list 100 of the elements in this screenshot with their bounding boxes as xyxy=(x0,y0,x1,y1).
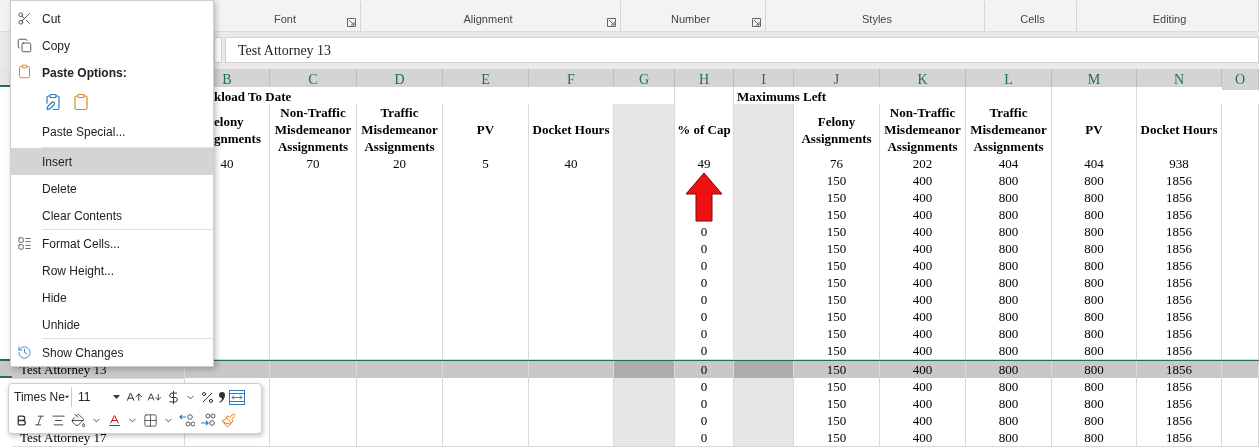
table-cell: 150 xyxy=(794,325,880,343)
menu-item[interactable]: Row Height... xyxy=(11,257,213,284)
menu-item[interactable]: Hide xyxy=(11,284,213,311)
wrap-icon[interactable] xyxy=(229,389,245,405)
table-cell: 800 xyxy=(966,361,1052,379)
table-cell: 150 xyxy=(794,257,880,275)
menu-item[interactable]: Clear Contents xyxy=(11,202,213,229)
menu-item[interactable]: Copy xyxy=(11,32,213,59)
table-cell xyxy=(614,378,675,396)
dollar-icon[interactable] xyxy=(166,389,181,405)
table-cell: 400 xyxy=(880,240,966,258)
table-cell: 1856 xyxy=(1137,189,1222,207)
table-cell: 0 xyxy=(675,429,734,447)
table-cell: Docket Hours xyxy=(529,104,614,156)
menu-item[interactable]: Cut xyxy=(11,5,213,32)
table-cell: 400 xyxy=(880,257,966,275)
table-cell: 1856 xyxy=(1137,342,1222,360)
menu-item[interactable]: Insert xyxy=(11,148,213,175)
table-cell: Non-Traffic Misdemeanor Assignments xyxy=(880,104,966,156)
table-cell: 400 xyxy=(880,361,966,379)
table-cell xyxy=(734,429,794,447)
table-cell: 0 xyxy=(675,325,734,343)
table-cell: 800 xyxy=(1052,361,1137,379)
table-cell: 800 xyxy=(966,206,1052,224)
table-cell: 0 xyxy=(675,257,734,275)
menu-item[interactable]: Format Cells... xyxy=(11,230,213,257)
align-center-icon[interactable] xyxy=(51,412,66,428)
table-cell: 400 xyxy=(880,429,966,447)
table-cell: 150 xyxy=(794,172,880,190)
table-cell: 1856 xyxy=(1137,274,1222,292)
table-cell: 800 xyxy=(1052,257,1137,275)
table-cell: 400 xyxy=(880,291,966,309)
column-header[interactable]: O xyxy=(1222,69,1259,90)
table-cell: 800 xyxy=(1052,240,1137,258)
table-cell: 150 xyxy=(794,412,880,430)
decrease-decimal-icon[interactable] xyxy=(179,413,195,428)
table-cell: 150 xyxy=(794,223,880,241)
table-cell xyxy=(1222,342,1259,360)
table-cell: 0 xyxy=(675,342,734,360)
table-cell xyxy=(614,361,675,379)
paste-values-icon[interactable] xyxy=(72,93,90,111)
table-cell: 800 xyxy=(1052,189,1137,207)
font-dropdown[interactable]: Times Ne xyxy=(12,387,72,408)
table-cell: 1856 xyxy=(1137,223,1222,241)
percent-icon[interactable] xyxy=(200,389,215,405)
borders-icon[interactable] xyxy=(143,412,158,428)
table-cell: 150 xyxy=(794,429,880,447)
table-cell: Docket Hours xyxy=(1137,104,1222,156)
table-cell: 800 xyxy=(1052,223,1137,241)
table-cell: 800 xyxy=(1052,395,1137,413)
section-title: kload To Date xyxy=(214,88,292,106)
table-cell: 400 xyxy=(880,172,966,190)
table-cell: 800 xyxy=(1052,325,1137,343)
table-cell: 1856 xyxy=(1137,395,1222,413)
table-cell: 800 xyxy=(966,172,1052,190)
formula-input[interactable]: Test Attorney 13 xyxy=(225,37,1259,63)
table-cell: 404 xyxy=(966,155,1052,173)
table-cell: 0 xyxy=(675,223,734,241)
menu-item[interactable]: Delete xyxy=(11,175,213,202)
table-cell: 1856 xyxy=(1137,172,1222,190)
table-cell: 800 xyxy=(966,325,1052,343)
table-cell: Non-Traffic Misdemeanor Assignments xyxy=(270,104,357,156)
table-cell: 49 xyxy=(675,155,734,173)
comma-icon[interactable] xyxy=(219,391,225,403)
ribbon-group-label: Styles xyxy=(861,11,893,27)
table-cell: 150 xyxy=(794,240,880,258)
dropdown-arrow-icon[interactable] xyxy=(113,395,120,400)
table-cell: 1856 xyxy=(1137,240,1222,258)
ribbon-group-label: Number xyxy=(669,11,712,27)
italic-icon[interactable] xyxy=(33,413,46,427)
menu-item[interactable]: Unhide xyxy=(11,311,213,338)
table-cell: 800 xyxy=(1052,342,1137,360)
dialog-launcher-icon[interactable] xyxy=(607,18,616,27)
table-cell xyxy=(1222,378,1259,396)
table-cell: Felony Assignments xyxy=(794,104,880,156)
table-cell: 0 xyxy=(675,361,734,379)
table-cell: 150 xyxy=(794,291,880,309)
table-cell: 1856 xyxy=(1137,257,1222,275)
size-dropdown[interactable]: 11 xyxy=(76,387,122,408)
table-cell: 1856 xyxy=(1137,378,1222,396)
table-cell: 150 xyxy=(794,308,880,326)
table-cell: 800 xyxy=(966,412,1052,430)
table-cell: 400 xyxy=(880,395,966,413)
increase-decimal-icon[interactable] xyxy=(200,413,216,428)
format-painter-icon[interactable] xyxy=(221,412,236,428)
fill-color-icon[interactable] xyxy=(71,412,86,428)
table-cell: 400 xyxy=(880,342,966,360)
table-cell: 800 xyxy=(1052,291,1137,309)
dialog-launcher-icon[interactable] xyxy=(347,18,356,27)
dropdown-arrow-icon[interactable] xyxy=(64,395,69,400)
history-icon xyxy=(17,345,32,360)
font-color-icon[interactable] xyxy=(107,412,122,428)
table-cell xyxy=(614,342,675,360)
table-cell: 800 xyxy=(966,257,1052,275)
dialog-launcher-icon[interactable] xyxy=(752,18,761,27)
table-cell: 150 xyxy=(794,361,880,379)
paste-formatting-icon[interactable] xyxy=(44,93,62,111)
table-cell: 0 xyxy=(675,291,734,309)
bold-icon[interactable] xyxy=(15,413,28,427)
table-cell: 800 xyxy=(966,223,1052,241)
